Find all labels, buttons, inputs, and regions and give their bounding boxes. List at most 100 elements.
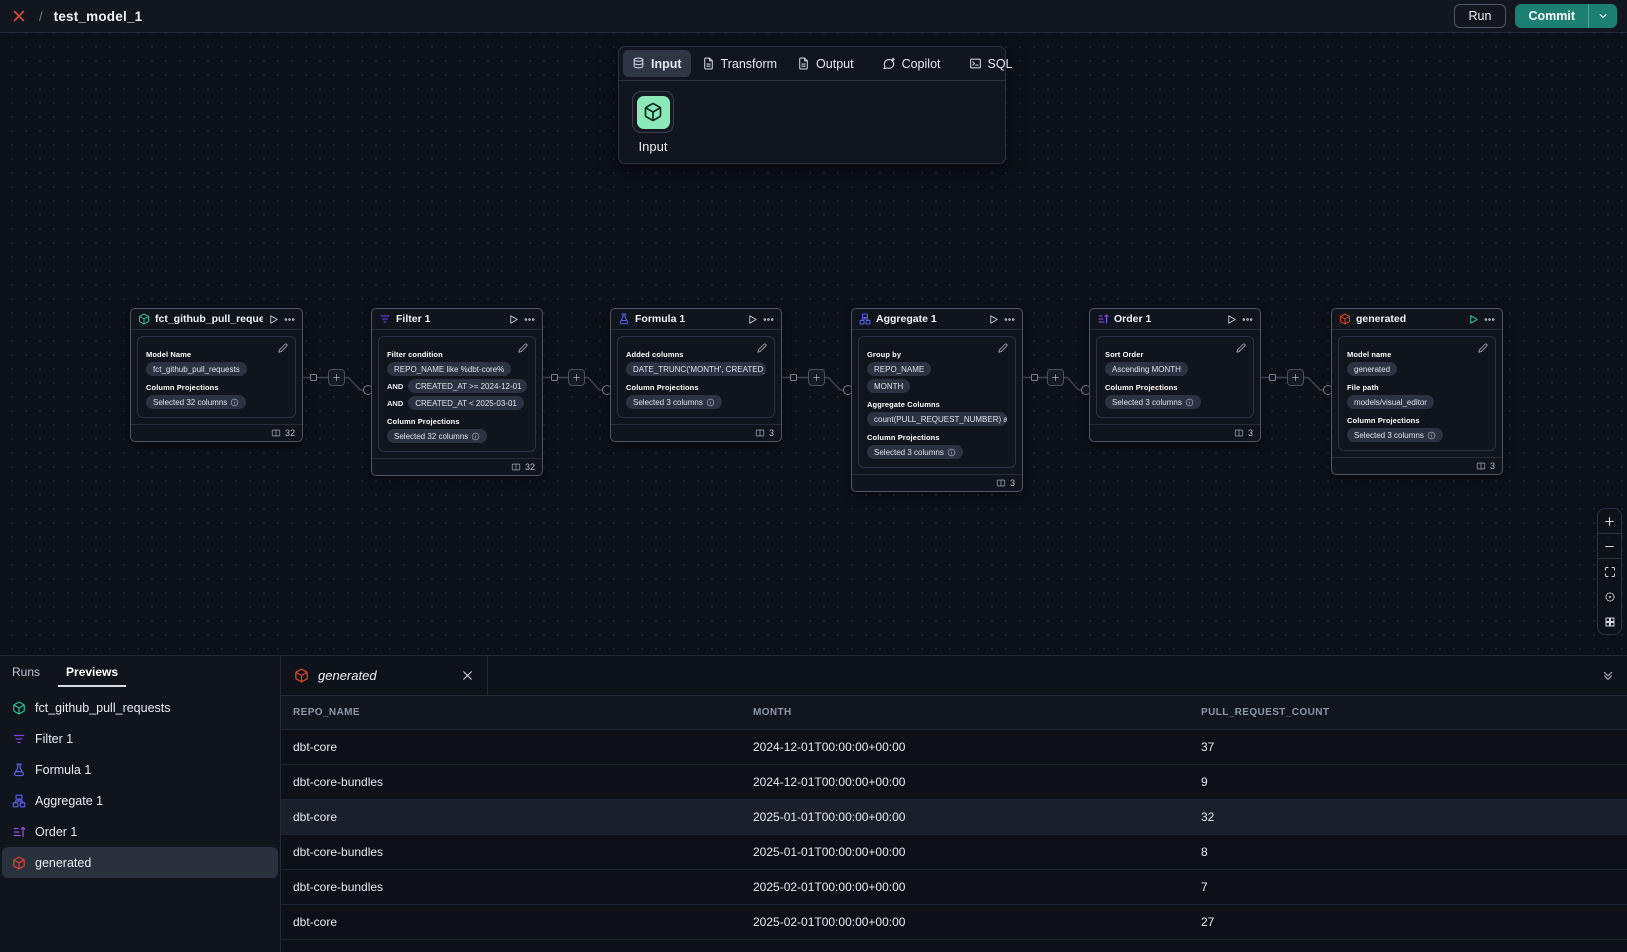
pencil-icon[interactable] <box>757 343 767 353</box>
edge <box>1261 369 1331 395</box>
play-icon[interactable] <box>988 314 999 325</box>
column-count: 3 <box>1490 461 1495 471</box>
topbar: / test_model_1 Run Commit <box>0 0 1627 33</box>
sidebar-item-order-1[interactable]: Order 1 <box>2 816 278 847</box>
plus-icon <box>812 373 821 382</box>
field-label: Column Projections <box>387 417 527 426</box>
palette-tab-transform[interactable]: Transform <box>693 50 787 77</box>
add-node-button[interactable] <box>328 369 345 386</box>
output-port <box>1031 374 1038 381</box>
filter-icon <box>12 732 26 746</box>
play-icon[interactable] <box>268 314 279 325</box>
run-button[interactable]: Run <box>1454 4 1507 28</box>
tab-previews[interactable]: Previews <box>58 664 126 687</box>
node-generated[interactable]: generated Model name generated File path… <box>1331 308 1503 475</box>
node-title: Filter 1 <box>396 313 503 325</box>
pencil-icon[interactable] <box>278 343 288 353</box>
column-count: 32 <box>285 428 295 438</box>
palette-item-input[interactable]: Input <box>632 91 674 154</box>
table-row[interactable]: dbt-core 2024-12-01T00:00:00+00:00 37 <box>281 729 1627 764</box>
node-filter-1[interactable]: Filter 1 Filter condition REPO_NAME like… <box>371 308 543 476</box>
ellipsis-icon[interactable] <box>1484 314 1495 325</box>
close-icon[interactable] <box>461 669 474 682</box>
canvas[interactable]: Input Transform Output Copilot <box>0 33 1627 655</box>
table-row[interactable]: dbt-core-bundles 2025-02-01T00:00:00+00:… <box>281 869 1627 904</box>
node-order-1[interactable]: Order 1 Sort Order Ascending MONTH Colum… <box>1089 308 1261 442</box>
info-icon[interactable] <box>947 448 956 457</box>
commit-button-group: Commit <box>1515 4 1617 28</box>
sidebar-item-fct-github-pull-requests[interactable]: fct_github_pull_requests <box>2 692 278 723</box>
ellipsis-icon[interactable] <box>763 314 774 325</box>
file-icon <box>797 57 810 70</box>
value-chip: Selected 3 columns <box>626 395 722 409</box>
commit-caret-button[interactable] <box>1588 4 1617 28</box>
value-chip: REPO_NAME <box>867 362 931 376</box>
zoom-in-button[interactable] <box>1598 509 1621 534</box>
ellipsis-icon[interactable] <box>1242 314 1253 325</box>
palette-tab-copilot[interactable]: Copilot <box>873 50 950 77</box>
pencil-icon[interactable] <box>1236 343 1246 353</box>
node-aggregate-1[interactable]: Aggregate 1 Group by REPO_NAME MONTH Agg… <box>851 308 1023 492</box>
value-chip: generated <box>1347 362 1397 376</box>
play-icon[interactable] <box>747 314 758 325</box>
chevrons-down-icon <box>1601 669 1615 683</box>
column-count: 3 <box>1248 428 1253 438</box>
file-icon <box>702 57 715 70</box>
columns-count-icon <box>1234 428 1244 438</box>
table-row[interactable]: dbt-core 2025-01-01T00:00:00+00:00 32 <box>281 799 1627 834</box>
sidebar-item-generated[interactable]: generated <box>2 847 278 878</box>
info-icon[interactable] <box>1427 431 1436 440</box>
pencil-icon[interactable] <box>998 343 1008 353</box>
sidebar-item-formula-1[interactable]: Formula 1 <box>2 754 278 785</box>
add-node-button[interactable] <box>808 369 825 386</box>
preview-sidebar: Runs Previews fct_github_pull_requests F… <box>0 656 281 952</box>
ellipsis-icon[interactable] <box>284 314 295 325</box>
locate-button[interactable] <box>1598 584 1621 609</box>
zoom-out-button[interactable] <box>1598 534 1621 559</box>
preview-tab-generated[interactable]: generated <box>281 656 488 695</box>
table-row[interactable]: dbt-core-bundles 2025-01-01T00:00:00+00:… <box>281 834 1627 869</box>
copilot-icon <box>882 57 896 71</box>
column-header: MONTH <box>741 696 1189 729</box>
palette-tab-output[interactable]: Output <box>788 50 863 77</box>
info-icon[interactable] <box>471 432 480 441</box>
add-node-button[interactable] <box>568 369 585 386</box>
column-count: 32 <box>525 462 535 472</box>
preview-tabbar: generated <box>281 656 1627 696</box>
ellipsis-icon[interactable] <box>524 314 535 325</box>
preview-area: generated REPO_NAME MONTH PULL_REQUEST_C… <box>281 656 1627 952</box>
table-row[interactable]: dbt-core 2025-02-01T00:00:00+00:00 27 <box>281 904 1627 939</box>
add-node-button[interactable] <box>1287 369 1304 386</box>
commit-button[interactable]: Commit <box>1515 4 1588 28</box>
info-icon[interactable] <box>230 398 239 407</box>
ellipsis-icon[interactable] <box>1004 314 1015 325</box>
info-icon[interactable] <box>706 398 715 407</box>
cube-icon <box>294 668 309 683</box>
layout-button[interactable] <box>1598 609 1621 634</box>
tab-runs[interactable]: Runs <box>4 664 48 687</box>
node-fct-github-pull-requests[interactable]: fct_github_pull_requests Model Name fct_… <box>130 308 303 442</box>
sidebar-item-filter-1[interactable]: Filter 1 <box>2 723 278 754</box>
palette-tab-sql[interactable]: SQL <box>960 50 1022 77</box>
value-chip: CREATED_AT >= 2024-12-01 <box>408 379 527 393</box>
pencil-icon[interactable] <box>1478 343 1488 353</box>
pencil-icon[interactable] <box>518 343 528 353</box>
play-icon[interactable] <box>1226 314 1237 325</box>
value-chip: Selected 3 columns <box>1105 395 1201 409</box>
sidebar-item-aggregate-1[interactable]: Aggregate 1 <box>2 785 278 816</box>
field-label: File path <box>1347 383 1487 392</box>
add-node-button[interactable] <box>1047 369 1064 386</box>
zoom-out-icon <box>1603 540 1616 553</box>
play-icon[interactable] <box>508 314 519 325</box>
play-icon[interactable] <box>1468 314 1479 325</box>
palette-tab-input[interactable]: Input <box>623 50 691 77</box>
fullscreen-icon <box>1604 566 1616 578</box>
collapse-panel-button[interactable] <box>1601 656 1615 695</box>
column-header: REPO_NAME <box>281 696 741 729</box>
fit-view-button[interactable] <box>1598 559 1621 584</box>
info-icon[interactable] <box>1185 398 1194 407</box>
locate-icon <box>1604 591 1616 603</box>
node-formula-1[interactable]: Formula 1 Added columns DATE_TRUNC('MONT… <box>610 308 782 442</box>
filter-icon <box>379 313 391 325</box>
table-row[interactable]: dbt-core-bundles 2024-12-01T00:00:00+00:… <box>281 764 1627 799</box>
